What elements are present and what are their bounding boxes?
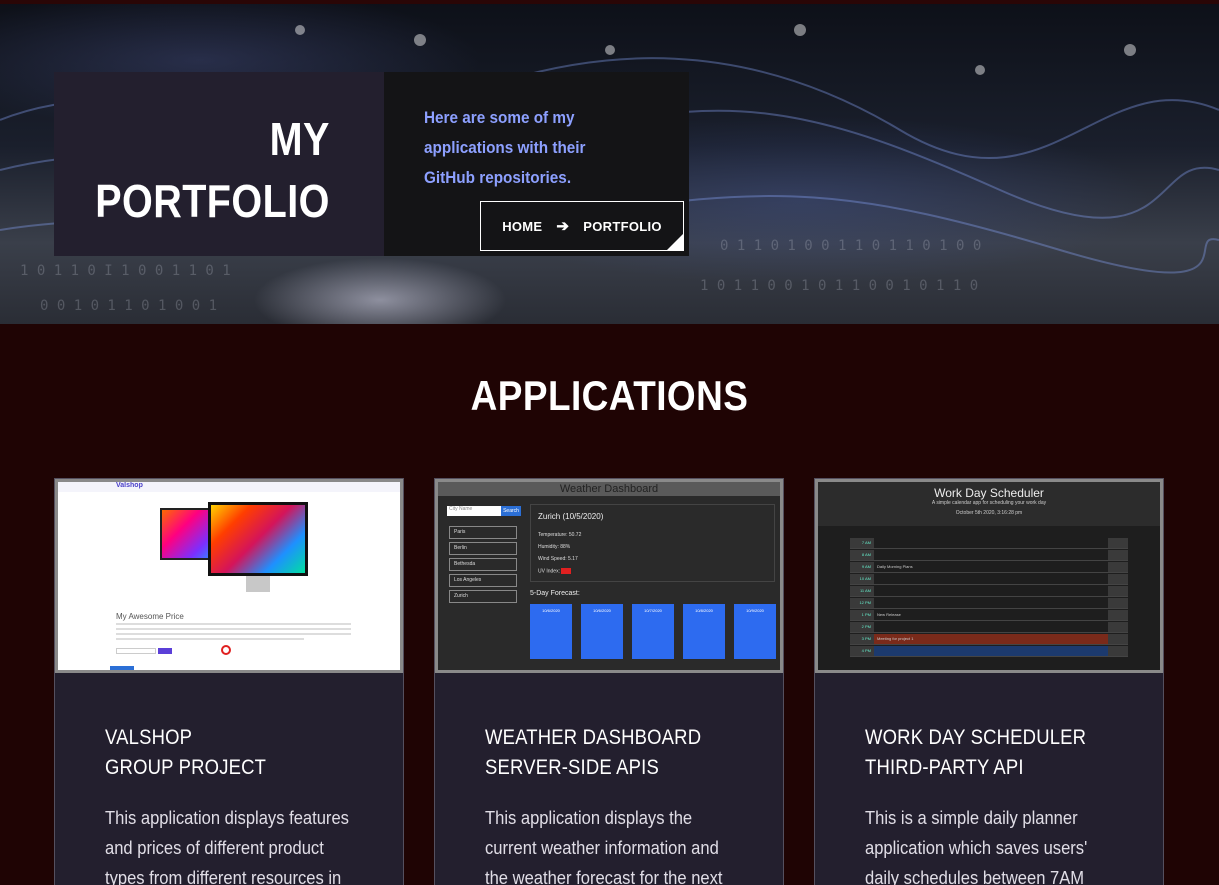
svg-text:0 1 1 0 1 0 0 1 1 0 1 1 0 1 0: 0 1 1 0 1 0 0 1 1 0 1 1 0 1 0 0 [720, 238, 981, 254]
weather-city-input: City Name [447, 506, 501, 516]
scheduler-screenshot: Work Day Scheduler A simple calendar app… [818, 482, 1160, 670]
card-title: WEATHER DASHBOARD SERVER-SIDE APIS [485, 723, 740, 783]
corner-decoration [666, 233, 684, 251]
scheduler-row: 1 PM New Release [850, 610, 1128, 621]
scheduler-row: 10 AM [850, 574, 1128, 585]
valshop-text-lines [116, 623, 351, 643]
valshop-screenshot: Valshop My Awesome Price [58, 482, 400, 670]
card-description: This application displays the current we… [485, 808, 723, 885]
svg-text:1 0 1 1 0 0 1 0 1 1 0 0 1 0 1: 1 0 1 1 0 0 1 0 1 1 0 0 1 0 1 1 0 [700, 278, 978, 294]
weather-city-item: Berlin [449, 542, 517, 555]
project-card-work-day-scheduler: Work Day Scheduler A simple calendar app… [814, 478, 1164, 885]
title-line-1: MY [269, 113, 330, 165]
scheduler-header: Work Day Scheduler A simple calendar app… [818, 482, 1160, 526]
uv-badge [561, 568, 572, 574]
card-title: VALSHOP GROUP PROJECT [105, 723, 360, 783]
project-card-valshop: Valshop My Awesome Price VALSHOP GROUP P… [54, 478, 404, 885]
breadcrumb-home-link[interactable]: HOME [502, 219, 542, 234]
valshop-bottom-button [110, 666, 134, 670]
weather-screenshot: Weather Dashboard City Name Search Paris… [438, 482, 780, 670]
weather-city-item: Paris [449, 526, 517, 539]
valshop-search-button [158, 648, 172, 654]
card-description: This is a simple daily planner applicati… [865, 808, 1088, 885]
forecast-card: 10/6/2020 [581, 604, 623, 659]
scheduler-row: 8 AM [850, 550, 1128, 561]
weather-city-item: Bethesda [449, 558, 517, 571]
hero-description: Here are some of my applications with th… [424, 108, 586, 187]
weather-city-item: Zurich [449, 590, 517, 603]
breadcrumb: HOME ➔ PORTFOLIO [480, 201, 684, 251]
scheduler-row: 12 PM [850, 598, 1128, 609]
weather-wind: Wind Speed: 5.17 [538, 556, 578, 562]
breadcrumb-current: PORTFOLIO [583, 218, 662, 234]
title-line-2: PORTFOLIO [95, 175, 330, 227]
target-icon [221, 645, 231, 655]
weather-humidity: Humidity: 88% [538, 544, 571, 550]
page-title: MY PORTFOLIO [95, 108, 330, 232]
forecast-card: 10/9/2020 [734, 604, 776, 659]
card-title: WORK DAY SCHEDULER THIRD-PARTY API [865, 723, 1120, 783]
scheduler-row: 9 AM Daily Morning Plans [850, 562, 1128, 573]
weather-search-button: Search [501, 506, 521, 516]
project-screenshot[interactable]: Weather Dashboard City Name Search Paris… [435, 479, 783, 673]
card-title-line-2: THIRD-PARTY API [865, 756, 1024, 779]
card-title-line-1: WORK DAY SCHEDULER [865, 726, 1087, 749]
imac-stand [246, 576, 270, 592]
card-title-line-2: GROUP PROJECT [105, 756, 267, 779]
imac-screen-front [208, 502, 308, 576]
svg-text:0 0 1 0 1 1 0 1 0 0 1: 0 0 1 0 1 1 0 1 0 0 1 [40, 298, 217, 314]
arrow-right-icon: ➔ [556, 217, 570, 235]
project-card-weather-dashboard: Weather Dashboard City Name Search Paris… [434, 478, 784, 885]
card-title-line-1: WEATHER DASHBOARD [485, 726, 702, 749]
weather-city-item: Los Angeles [449, 574, 517, 587]
weather-uv: UV Index: [538, 568, 572, 574]
valshop-header: Valshop [58, 482, 400, 492]
card-title-line-1: VALSHOP [105, 726, 193, 749]
project-screenshot[interactable]: Valshop My Awesome Price [55, 479, 403, 673]
portfolio-title-box: MY PORTFOLIO [54, 72, 384, 256]
project-screenshot[interactable]: Work Day Scheduler A simple calendar app… [815, 479, 1163, 673]
scheduler-row: 11 AM [850, 586, 1128, 597]
scheduler-row: 7 AM [850, 538, 1128, 549]
scheduler-row: 4 PM [850, 646, 1128, 657]
forecast-card: 10/7/2020 [632, 604, 674, 659]
svg-text:1 0 1 1 0 I 1 0 0 1 1 0 1: 1 0 1 1 0 I 1 0 0 1 1 0 1 [20, 263, 231, 279]
hero-banner: 1 0 1 1 0 I 1 0 0 1 1 0 1 0 1 1 0 1 0 0 … [0, 0, 1219, 324]
scheduler-row: 3 PM Meeting for project 1 [850, 634, 1128, 645]
card-description: This application displays features and p… [105, 808, 349, 885]
weather-temperature: Temperature: 50.72 [538, 532, 582, 538]
weather-current-title: Zurich (10/5/2020) [538, 512, 604, 521]
card-title-line-2: SERVER-SIDE APIS [485, 756, 659, 779]
valshop-select [116, 648, 156, 654]
valshop-heading: My Awesome Price [116, 612, 184, 621]
section-title: APPLICATIONS [470, 372, 749, 419]
forecast-card: 10/8/2020 [683, 604, 725, 659]
forecast-card: 10/6/2020 [530, 604, 572, 659]
weather-forecast-title: 5-Day Forecast: [530, 590, 580, 597]
weather-header: Weather Dashboard [438, 482, 780, 496]
scheduler-row: 2 PM [850, 622, 1128, 633]
